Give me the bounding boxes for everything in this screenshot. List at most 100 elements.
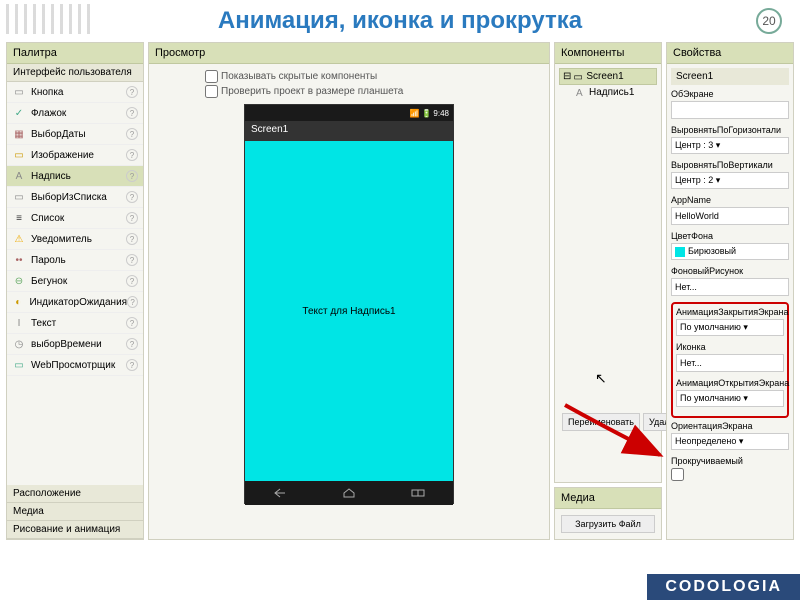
help-icon[interactable]: ?: [126, 149, 138, 161]
phone-screen[interactable]: Текст для Надпись1: [245, 141, 453, 481]
phone-time: 9:48: [433, 109, 449, 118]
help-icon[interactable]: ?: [126, 338, 138, 350]
prop-select[interactable]: По умолчанию ▾: [676, 319, 784, 336]
prop-ФоновыйРисунок: ФоновыйРисунок: [671, 266, 789, 296]
properties-panel: Свойства Screen1 ОбЭкранеВыровнятьПоГори…: [666, 42, 794, 540]
palette-item-label: Изображение: [31, 150, 126, 161]
palette-item-label: Пароль: [31, 255, 126, 266]
palette-item-icon: ✓: [12, 106, 26, 120]
palette-item-icon: A: [12, 169, 26, 183]
palette-item-2[interactable]: ▦ВыборДаты?: [7, 124, 143, 145]
palette-section-0[interactable]: Расположение: [7, 485, 143, 503]
prop-ОриентацияЭкрана: ОриентацияЭкрана Неопределено ▾: [671, 421, 789, 450]
palette-item-6[interactable]: ≡Список?: [7, 208, 143, 229]
prop-AppName: AppName: [671, 195, 789, 225]
help-icon[interactable]: ?: [126, 128, 138, 140]
help-icon[interactable]: ?: [127, 296, 138, 308]
palette-item-icon: ••: [12, 253, 26, 267]
viewer-panel: Просмотр Показывать скрытые компоненты П…: [148, 42, 550, 540]
palette-item-label: Бегунок: [31, 276, 126, 287]
help-icon[interactable]: ?: [126, 233, 138, 245]
palette-item-label: выборВремени: [31, 339, 126, 350]
palette-item-4[interactable]: AНадпись?: [7, 166, 143, 187]
help-icon[interactable]: ?: [126, 275, 138, 287]
palette-item-11[interactable]: IТекст?: [7, 313, 143, 334]
help-icon[interactable]: ?: [126, 107, 138, 119]
components-header: Компоненты: [555, 43, 661, 64]
palette-item-13[interactable]: ▭ WebПросмотрщик?: [7, 355, 143, 376]
signal-icon: 📶: [409, 109, 419, 118]
prop-select[interactable]: Центр : 3 ▾: [671, 137, 789, 154]
prop-label: ВыровнятьПоВертикали: [671, 160, 789, 170]
prop-АнимацияЗакрытияЭкрана: АнимацияЗакрытияЭкранаПо умолчанию ▾: [676, 307, 784, 336]
check-hidden[interactable]: Показывать скрытые компоненты: [205, 70, 403, 83]
palette-item-label: WebПросмотрщик: [31, 360, 126, 371]
prop-checkbox[interactable]: [671, 468, 684, 481]
palette-section-1[interactable]: Медиа: [7, 503, 143, 521]
prop-Иконка: Иконка: [676, 342, 784, 372]
rename-button[interactable]: Переименовать: [562, 413, 640, 431]
tree-screen1[interactable]: ⊟ ▭ Screen1: [559, 68, 657, 85]
palette-item-label: ВыборИзСписка: [31, 192, 126, 203]
nav-home-icon[interactable]: [340, 486, 358, 500]
phone-navbar: [245, 481, 453, 505]
nav-recent-icon[interactable]: [409, 486, 427, 500]
palette-item-icon: ▭: [12, 190, 26, 204]
prop-input[interactable]: [676, 354, 784, 372]
palette-section-2[interactable]: Рисование и анимация: [7, 521, 143, 539]
highlighted-properties: АнимацияЗакрытияЭкранаПо умолчанию ▾ Икон…: [671, 302, 789, 418]
palette-panel: Палитра Интерфейс пользователя ▭Кнопка?✓…: [6, 42, 144, 540]
prop-label: АнимацияОткрытияЭкрана: [676, 378, 784, 388]
prop-input[interactable]: [671, 207, 789, 225]
prop-input[interactable]: [671, 101, 789, 119]
viewer-header: Просмотр: [149, 43, 549, 64]
help-icon[interactable]: ?: [126, 254, 138, 266]
media-header: Медиа: [555, 488, 661, 509]
palette-item-3[interactable]: ▭ Изображение?: [7, 145, 143, 166]
prop-select[interactable]: По умолчанию ▾: [676, 390, 784, 407]
prop-color[interactable]: Бирюзовый: [671, 243, 789, 260]
check-tablet[interactable]: Проверить проект в размере планшета: [205, 85, 403, 98]
tree-label1[interactable]: A Надпись1: [573, 85, 657, 100]
media-panel: Медиа Загрузить Файл: [554, 487, 662, 540]
prop-input[interactable]: [671, 278, 789, 296]
palette-item-icon: I: [12, 316, 26, 330]
palette-item-icon: ⚠: [12, 232, 26, 246]
phone-preview: 📶 🔋 9:48 Screen1 Текст для Надпись1: [244, 104, 454, 504]
prop-label: Иконка: [676, 342, 784, 352]
palette-item-icon: ▭: [12, 358, 26, 372]
palette-header: Палитра: [7, 43, 143, 64]
help-icon[interactable]: ?: [126, 317, 138, 329]
palette-item-5[interactable]: ▭ ВыборИзСписка?: [7, 187, 143, 208]
help-icon[interactable]: ?: [126, 191, 138, 203]
help-icon[interactable]: ?: [126, 170, 138, 182]
palette-item-7[interactable]: ⚠Уведомитель?: [7, 229, 143, 250]
prop-ЦветФона: ЦветФонаБирюзовый: [671, 231, 789, 260]
nav-back-icon[interactable]: [271, 486, 289, 500]
label-component[interactable]: Текст для Надпись1: [302, 306, 395, 317]
prop-label: ВыровнятьПоГоризонтали: [671, 125, 789, 135]
prop-label: ОриентацияЭкрана: [671, 421, 789, 431]
palette-item-10[interactable]: ◐ИндикаторОжидания?: [7, 292, 143, 313]
palette-item-icon: ▭: [12, 148, 26, 162]
help-icon[interactable]: ?: [126, 359, 138, 371]
palette-item-1[interactable]: ✓Флажок?: [7, 103, 143, 124]
phone-statusbar: 📶 🔋 9:48: [245, 105, 453, 121]
palette-section-ui[interactable]: Интерфейс пользователя: [7, 64, 143, 82]
palette-item-9[interactable]: ⊖Бегунок?: [7, 271, 143, 292]
prop-select[interactable]: Центр : 2 ▾: [671, 172, 789, 189]
prop-label: AppName: [671, 195, 789, 205]
title-bar: Анимация, иконка и прокрутка 20: [0, 0, 800, 42]
palette-item-label: ВыборДаты: [31, 129, 126, 140]
help-icon[interactable]: ?: [126, 212, 138, 224]
palette-item-0[interactable]: ▭Кнопка?: [7, 82, 143, 103]
palette-item-8[interactable]: •• Пароль?: [7, 250, 143, 271]
upload-file-button[interactable]: Загрузить Файл: [561, 515, 655, 533]
prop-label: Прокручиваемый: [671, 456, 789, 466]
phone-app-title: Screen1: [245, 121, 453, 141]
properties-title: Screen1: [671, 68, 789, 85]
palette-item-icon: ≡: [12, 211, 26, 225]
prop-select[interactable]: Неопределено ▾: [671, 433, 789, 450]
palette-item-12[interactable]: ◷выборВремени?: [7, 334, 143, 355]
help-icon[interactable]: ?: [126, 86, 138, 98]
